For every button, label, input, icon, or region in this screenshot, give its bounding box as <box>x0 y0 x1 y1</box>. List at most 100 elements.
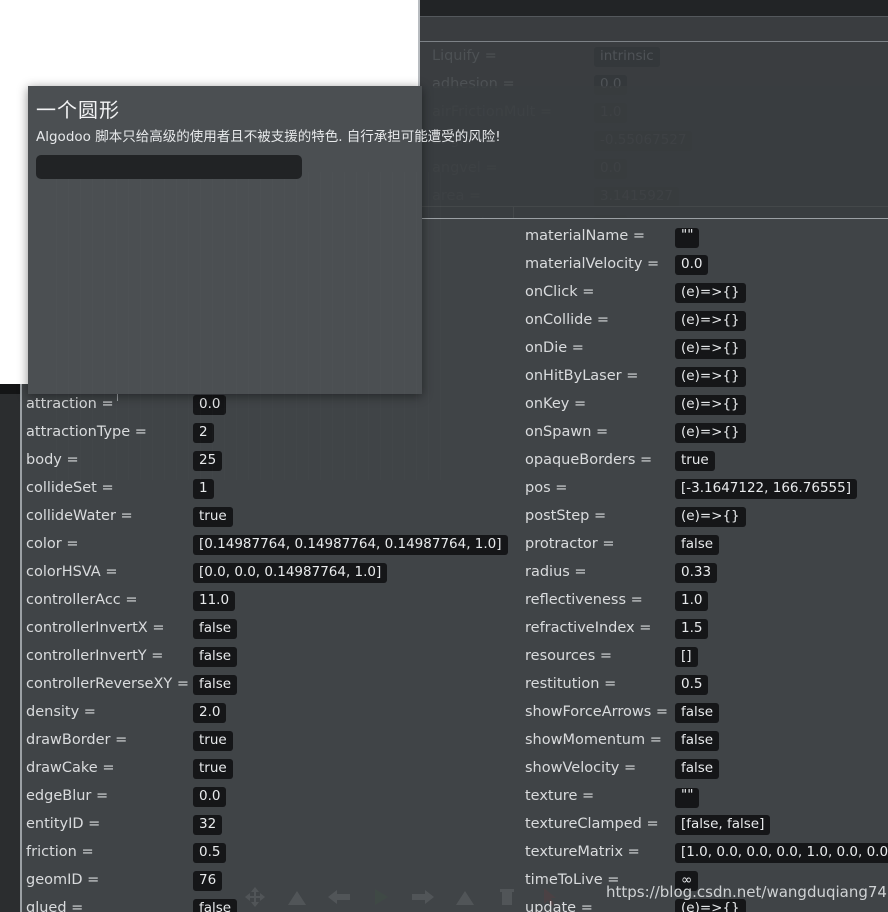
property-row[interactable]: attractionType = 2 <box>26 418 418 446</box>
property-row[interactable]: showForceArrows = false <box>525 698 888 726</box>
property-value[interactable]: false <box>675 731 720 751</box>
property-row[interactable]: showMomentum = false <box>525 726 888 754</box>
property-row[interactable]: edgeBlur = 0.0 <box>26 782 418 810</box>
redo-arrow-icon[interactable] <box>410 885 436 909</box>
property-row[interactable]: radius = 0.33 <box>525 558 888 586</box>
property-value[interactable]: (e)=>{} <box>675 283 746 303</box>
property-value-wrap: intrinsic <box>594 45 660 67</box>
property-row[interactable]: postStep = (e)=>{} <box>525 502 888 530</box>
property-row[interactable]: textureMatrix = [1.0, 0.0, 0.0, 0.0, 1.0,… <box>525 838 888 866</box>
property-value[interactable]: 11.0 <box>193 591 236 611</box>
property-row[interactable]: color = [0.14987764, 0.14987764, 0.149877… <box>26 530 508 558</box>
pointer-icon[interactable] <box>284 885 310 909</box>
property-value-wrap: 1.0 <box>675 589 709 611</box>
property-row[interactable]: controllerAcc = 11.0 <box>26 586 418 614</box>
property-row[interactable]: reflectiveness = 1.0 <box>525 586 888 614</box>
property-row[interactable]: materialName = "" <box>525 222 888 250</box>
property-value[interactable]: [0.14987764, 0.14987764, 0.14987764, 1.0… <box>193 535 508 555</box>
property-value[interactable]: [-3.1647122, 166.76555] <box>675 479 857 499</box>
property-value[interactable]: intrinsic <box>594 47 660 67</box>
property-row[interactable]: controllerInvertX = false <box>26 614 418 642</box>
property-value[interactable]: false <box>675 703 720 723</box>
property-row[interactable]: onDie = (e)=>{} <box>525 334 888 362</box>
property-row[interactable]: restitution = 0.5 <box>525 670 888 698</box>
property-value[interactable]: 0.5 <box>675 675 709 695</box>
property-value[interactable]: false <box>675 759 720 779</box>
property-row[interactable]: resources =[] <box>525 642 888 670</box>
property-row[interactable]: textureClamped = [false, false] <box>525 810 888 838</box>
property-value[interactable]: false <box>193 899 238 912</box>
property-row[interactable]: showVelocity = false <box>525 754 888 782</box>
property-row[interactable]: refractiveIndex = 1.5 <box>525 614 888 642</box>
property-value[interactable]: (e)=>{} <box>675 339 746 359</box>
property-value[interactable]: [1.0, 0.0, 0.0, 0.0, 1.0, 0.0, 0.0 <box>675 843 888 863</box>
property-value[interactable]: false <box>193 675 238 695</box>
property-value[interactable]: 1 <box>193 479 214 499</box>
property-value[interactable]: 0.0 <box>675 255 709 275</box>
property-value[interactable]: 1.5 <box>675 619 709 639</box>
property-row[interactable]: friction = 0.5 <box>26 838 418 866</box>
property-row[interactable]: texture = "" <box>525 782 888 810</box>
property-row[interactable]: materialVelocity = 0.0 <box>525 250 888 278</box>
property-value[interactable]: 76 <box>193 871 223 891</box>
property-value[interactable]: 32 <box>193 815 223 835</box>
property-value-wrap: 0.5 <box>675 673 709 695</box>
page-white-background <box>0 0 418 86</box>
property-row[interactable]: body = 25 <box>26 446 418 474</box>
property-row[interactable]: pos = [-3.1647122, 166.76555] <box>525 474 888 502</box>
trash-icon[interactable] <box>494 885 520 909</box>
property-value[interactable]: 2.0 <box>193 703 227 723</box>
property-value[interactable]: false <box>193 619 238 639</box>
property-row[interactable]: colorHSVA = [0.0, 0.0, 0.14987764, 1.0] <box>26 558 418 586</box>
property-row[interactable]: opaqueBorders = true <box>525 446 888 474</box>
move-tool-icon[interactable] <box>242 885 268 909</box>
property-row[interactable]: drawCake = true <box>26 754 418 782</box>
property-value[interactable]: [false, false] <box>675 815 771 835</box>
property-value[interactable]: [] <box>675 647 698 667</box>
property-value[interactable]: [0.0, 0.0, 0.14987764, 1.0] <box>193 563 388 583</box>
property-row[interactable]: onHitByLaser = (e)=>{} <box>525 362 888 390</box>
property-value[interactable]: true <box>193 731 233 751</box>
property-value[interactable]: 0.5 <box>193 843 227 863</box>
property-value[interactable]: 0.0 <box>193 395 227 415</box>
page-white-strip <box>0 86 28 384</box>
undo-arrow-icon[interactable] <box>326 885 352 909</box>
property-row[interactable]: drawBorder = true <box>26 726 418 754</box>
property-value[interactable]: (e)=>{} <box>675 423 746 443</box>
pointer-up-icon[interactable] <box>452 885 478 909</box>
property-value[interactable]: 0.33 <box>675 563 718 583</box>
property-value[interactable]: (e)=>{} <box>675 311 746 331</box>
property-value[interactable]: 25 <box>193 451 223 471</box>
property-row[interactable]: onKey = (e)=>{} <box>525 390 888 418</box>
property-column-right[interactable]: materialName = "" materialVelocity = 0.0 onC… <box>525 222 888 912</box>
property-value[interactable]: "" <box>675 788 700 808</box>
property-value[interactable]: (e)=>{} <box>675 367 746 387</box>
property-value[interactable]: 1.0 <box>675 591 709 611</box>
property-value[interactable]: (e)=>{} <box>675 395 746 415</box>
property-row[interactable]: attraction = 0.0 <box>26 390 418 418</box>
property-row[interactable]: entityID = 32 <box>26 810 418 838</box>
script-input-field[interactable] <box>36 155 302 179</box>
property-value[interactable]: (e)=>{} <box>675 507 746 527</box>
property-row[interactable]: density = 2.0 <box>26 698 418 726</box>
property-row[interactable]: collideSet = 1 <box>26 474 418 502</box>
property-value[interactable]: true <box>675 451 715 471</box>
property-row[interactable]: controllerReverseXY = false <box>26 670 418 698</box>
property-row[interactable]: onClick = (e)=>{} <box>525 278 888 306</box>
cursor-icon[interactable] <box>536 885 562 909</box>
property-row[interactable]: collideWater = true <box>26 502 418 530</box>
play-icon[interactable] <box>368 885 394 909</box>
property-row[interactable]: controllerInvertY = false <box>26 642 418 670</box>
property-value-wrap: (e)=>{} <box>675 337 746 359</box>
property-row[interactable]: protractor = false <box>525 530 888 558</box>
property-value[interactable]: 0.0 <box>193 787 227 807</box>
property-row[interactable]: onSpawn = (e)=>{} <box>525 418 888 446</box>
property-value[interactable]: true <box>193 507 233 527</box>
property-value[interactable]: "" <box>675 228 700 248</box>
property-value[interactable]: true <box>193 759 233 779</box>
property-value[interactable]: 2 <box>193 423 214 443</box>
property-row[interactable]: onCollide = (e)=>{} <box>525 306 888 334</box>
property-value[interactable]: false <box>193 647 238 667</box>
property-value[interactable]: false <box>675 535 720 555</box>
bottom-toolbar[interactable] <box>232 882 652 912</box>
